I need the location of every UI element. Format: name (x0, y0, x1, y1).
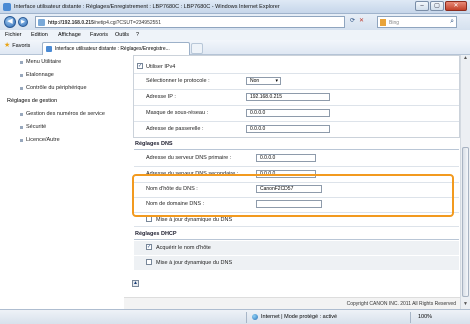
divider (134, 73, 459, 74)
gateway-label: Adresse de passerelle : (146, 126, 204, 132)
bullet-icon (20, 113, 23, 116)
maximize-button[interactable]: ▢ (430, 1, 444, 11)
zoom-level[interactable]: 100% (418, 314, 432, 320)
url-input[interactable]: http://192.168.0.215/netip4.cgi?CSUT=234… (35, 16, 345, 28)
tab-remote-ui[interactable]: Interface utilisateur distante : Réglage… (42, 42, 190, 55)
dns-primary-input[interactable]: 0.0.0.0 (256, 154, 316, 162)
stop-icon[interactable]: ✕ (359, 17, 364, 24)
status-bar: Internet | Mode protégé : activé 100% (0, 309, 470, 324)
nav-heading-reglages-gestion: Réglages de gestion (7, 98, 58, 104)
search-icon[interactable]: ⌕ (450, 18, 454, 26)
bullet-icon (20, 126, 23, 129)
favorites-label: Favoris (12, 43, 31, 49)
divider (134, 89, 459, 90)
refresh-icon[interactable]: ⟳ (350, 17, 355, 24)
security-zone[interactable]: Internet | Mode protégé : activé (252, 314, 337, 320)
nav-item-licence[interactable]: Licence/Autre (26, 137, 60, 143)
tab-label: Interface utilisateur distante : Réglage… (55, 46, 170, 52)
divider (134, 105, 459, 106)
menu-view[interactable]: Affichage (58, 32, 81, 38)
star-icon: ★ (4, 42, 11, 49)
bing-icon (380, 19, 386, 26)
dhcp-acquire-hostname-label: Acquérir le nom d'hôte (156, 245, 211, 251)
new-tab-button[interactable] (191, 43, 203, 54)
menu-tools[interactable]: Outils (115, 32, 129, 38)
dns-section-title: Réglages DNS (135, 141, 173, 147)
globe-icon (252, 314, 258, 320)
dns-dynamic-update-label: Mise à jour dynamique du DNS (156, 217, 233, 223)
scroll-down-icon[interactable]: ▼ (462, 301, 469, 309)
bullet-icon (20, 87, 23, 90)
dhcp-highlight-frame (132, 174, 454, 217)
window-title: Interface utilisateur distante : Réglage… (14, 4, 280, 10)
divider (134, 166, 459, 167)
divider (134, 226, 459, 227)
nav-item-securite[interactable]: Sécurité (26, 124, 46, 130)
url-path: /netip4.cgi?CSUT=234952551 (93, 20, 161, 26)
page-top-icon[interactable]: ▲ (132, 280, 139, 287)
address-bar: ◀ ▶ http://192.168.0.215/netip4.cgi?CSUT… (0, 14, 470, 30)
gateway-input[interactable]: 0.0.0.0 (246, 125, 330, 133)
left-navigation: Menu Utilitaire Etalonnage Contrôle du p… (0, 55, 124, 309)
window-titlebar: Interface utilisateur distante : Réglage… (0, 0, 470, 14)
status-separator (246, 312, 247, 323)
menu-bar: Fichier Edition Affichage Favoris Outils… (0, 30, 470, 40)
vertical-scrollbar[interactable]: ▲ ▼ (460, 55, 470, 309)
footer: Copyright CANON INC. 2011 All Rights Res… (124, 297, 460, 309)
section-divider (134, 149, 459, 150)
nav-item-numeros-service[interactable]: Gestion des numéros de service (26, 111, 105, 117)
use-ipv4-checkbox[interactable]: ✓ (137, 63, 143, 69)
scrollbar-thumb[interactable] (462, 147, 469, 297)
scroll-up-icon[interactable]: ▲ (462, 55, 469, 63)
protocol-label: Sélectionner le protocole : (146, 78, 210, 84)
ip-address-input[interactable]: 192.168.0.215 (246, 93, 330, 101)
zone-label: Internet | Mode protégé : activé (261, 314, 338, 320)
nav-item-controle[interactable]: Contrôle du périphérique (26, 85, 87, 91)
divider (134, 121, 459, 122)
protocol-value: Non (250, 78, 260, 84)
dhcp-dynamic-update-checkbox[interactable] (146, 259, 152, 265)
page-icon (38, 19, 45, 26)
url-host: http://192.168.0.215 (48, 20, 94, 26)
close-button[interactable]: ✕ (445, 1, 467, 11)
bullet-icon (20, 61, 23, 64)
menu-help[interactable]: ? (136, 32, 139, 38)
dhcp-section-title: Réglages DHCP (135, 231, 177, 237)
protocol-select[interactable]: Non ▾ (246, 77, 281, 85)
minimize-button[interactable]: – (415, 1, 429, 11)
forward-button[interactable]: ▶ (18, 17, 28, 27)
tab-page-icon (46, 46, 52, 52)
ip-address-label: Adresse IP : (146, 94, 176, 100)
status-separator (410, 312, 411, 323)
use-ipv4-label: Utiliser IPv4 (146, 64, 176, 70)
menu-favorites[interactable]: Favoris (90, 32, 108, 38)
bullet-icon (20, 74, 23, 77)
bullet-icon (20, 139, 23, 142)
search-placeholder: Bing (389, 20, 400, 26)
favorites-button[interactable]: ★ Favoris (4, 42, 31, 49)
ie-icon (3, 3, 11, 11)
copyright-text: Copyright CANON INC. 2011 All Rights Res… (346, 301, 456, 307)
nav-item-menu-utilitaire[interactable]: Menu Utilitaire (26, 59, 61, 65)
dhcp-dynamic-update-label: Mise à jour dynamique du DNS (156, 260, 233, 266)
dhcp-acquire-hostname-checkbox[interactable]: ✓ (146, 244, 152, 250)
subnet-label: Masque de sous-réseau : (146, 110, 209, 116)
subnet-input[interactable]: 0.0.0.0 (246, 109, 330, 117)
section-divider (134, 239, 459, 240)
menu-file[interactable]: Fichier (5, 32, 22, 38)
chevron-down-icon: ▾ (275, 78, 278, 84)
dns-primary-label: Adresse du serveur DNS primaire : (146, 155, 232, 161)
search-input[interactable]: Bing ⌕ (377, 16, 457, 28)
favorites-bar: ★ Favoris Interface utilisateur distante… (0, 40, 470, 55)
menu-edit[interactable]: Edition (31, 32, 48, 38)
nav-item-etalonnage[interactable]: Etalonnage (26, 72, 54, 78)
back-button[interactable]: ◀ (4, 16, 16, 28)
